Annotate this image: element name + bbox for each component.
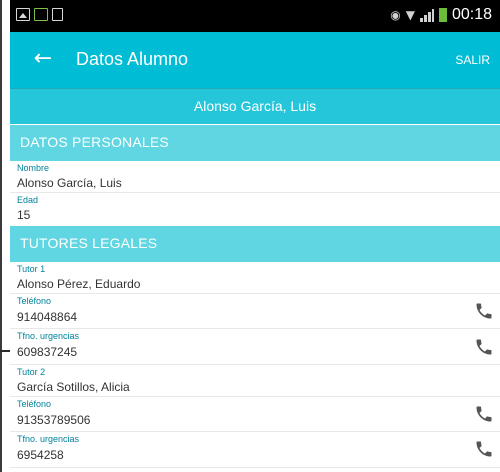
field-value: 91353789506 xyxy=(17,413,91,427)
field-phone[interactable]: Teléfono 91353789506 xyxy=(10,397,500,432)
page-title: Datos Alumno xyxy=(76,49,189,69)
phone-screen: ◉ ▼ 00:18 ← Datos Alumno SALIR Alonso Ga… xyxy=(10,0,500,472)
arrow-back-icon[interactable]: ← xyxy=(30,46,56,72)
app-bar: ← Datos Alumno SALIR xyxy=(10,32,500,88)
field-guardian-1: Tutor 1 Alonso Pérez, Eduardo xyxy=(10,262,500,294)
field-label: Teléfono xyxy=(17,399,52,409)
document-icon xyxy=(52,8,63,21)
section-header-personal: DATOS PERSONALES xyxy=(10,125,500,161)
field-value: 914048864 xyxy=(17,310,78,324)
field-label: Tfno. urgencias xyxy=(17,434,80,444)
student-name: Alonso García, Luis xyxy=(193,98,317,114)
section-header-guardians: TUTORES LEGALES xyxy=(10,226,500,262)
section-title: DATOS PERSONALES xyxy=(20,134,169,150)
field-age: Edad 15 xyxy=(10,193,500,226)
desktop-window-edge xyxy=(0,350,10,352)
eye-icon: ◉ xyxy=(390,8,401,22)
exit-button[interactable]: SALIR xyxy=(455,53,490,67)
field-value: 15 xyxy=(17,208,31,222)
battery-icon xyxy=(438,8,447,22)
signal-icon xyxy=(419,8,434,22)
field-value: Alonso García, Luis xyxy=(17,176,122,190)
wifi-icon: ▼ xyxy=(405,8,415,22)
field-label: Tutor 1 xyxy=(17,264,46,274)
image-icon xyxy=(16,8,30,21)
student-header: Alonso García, Luis xyxy=(10,88,500,124)
field-guardian-2: Tutor 2 García Sotillos, Alicia xyxy=(10,365,500,397)
field-emergency-phone[interactable]: Tfno. urgencias 609837245 xyxy=(10,329,500,365)
field-name: Nombre Alonso García, Luis xyxy=(10,161,500,193)
phone-icon[interactable] xyxy=(474,337,494,357)
field-value: García Sotillos, Alicia xyxy=(17,380,130,394)
phone-icon[interactable] xyxy=(474,439,494,459)
field-label: Teléfono xyxy=(17,296,52,306)
desktop-window-edge xyxy=(0,0,2,472)
status-bar: ◉ ▼ 00:18 xyxy=(10,0,500,32)
field-value: 6954258 xyxy=(17,448,64,462)
field-phone[interactable]: Teléfono 914048864 xyxy=(10,294,500,329)
field-emergency-phone[interactable]: Tfno. urgencias 6954258 xyxy=(10,432,500,468)
field-value: 609837245 xyxy=(17,345,78,359)
phone-icon[interactable] xyxy=(474,404,494,424)
phone-icon[interactable] xyxy=(474,301,494,321)
section-title: TUTORES LEGALES xyxy=(20,235,158,251)
field-label: Tfno. urgencias xyxy=(17,331,80,341)
field-value: Alonso Pérez, Eduardo xyxy=(17,277,141,291)
field-label: Nombre xyxy=(17,163,50,173)
field-label: Tutor 2 xyxy=(17,367,46,377)
clock: 00:18 xyxy=(451,6,492,23)
notification-icon xyxy=(34,8,48,21)
field-label: Edad xyxy=(17,195,39,205)
